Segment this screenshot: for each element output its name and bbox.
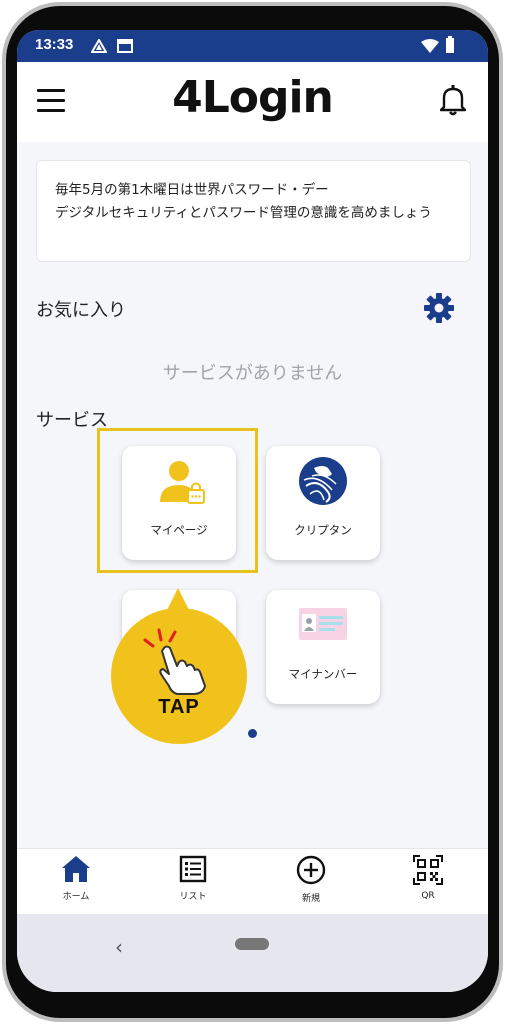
battery-icon	[445, 36, 455, 58]
phone-frame: 13:33 4Login 毎年5月の第1木曜日は世界パスワード・デー デジタルセ…	[0, 0, 505, 1024]
favorites-title: お気に入り	[36, 300, 126, 321]
nav-label: 新規	[301, 894, 320, 904]
nav-label: リスト	[179, 892, 207, 902]
status-time: 13:33	[35, 36, 74, 53]
nav-qr[interactable]: QR	[388, 855, 468, 901]
service-tile-mynumber[interactable]: マイナンバー	[266, 590, 380, 704]
screen: 13:33 4Login 毎年5月の第1木曜日は世界パスワード・デー デジタルセ…	[17, 30, 488, 992]
page-indicator-dot	[248, 729, 257, 738]
list-icon	[179, 855, 207, 887]
id-card-icon	[299, 608, 347, 644]
tap-label: TAP	[158, 696, 200, 718]
home-icon	[61, 856, 91, 887]
nav-list[interactable]: リスト	[153, 855, 233, 902]
nav-label: ホーム	[62, 892, 90, 902]
app-bar: 4Login	[17, 62, 488, 142]
notice-text: 毎年5月の第1木曜日は世界パスワード・デー デジタルセキュリティとパスワード管理…	[55, 182, 432, 221]
status-bar: 13:33	[17, 30, 488, 62]
nav-label: QR	[421, 891, 435, 901]
tile-label: マイナンバー	[288, 667, 358, 681]
favorites-empty-text: サービスがありません	[162, 363, 343, 384]
plus-circle-icon	[296, 855, 326, 889]
browser-icon	[117, 38, 133, 57]
app-logo: 4Login	[172, 72, 334, 123]
cryptan-logo-icon	[298, 456, 348, 510]
drive-icon	[90, 38, 108, 57]
service-tile-cryptan[interactable]: クリプタン	[266, 446, 380, 560]
gear-icon[interactable]	[423, 292, 455, 328]
notice-card[interactable]: 毎年5月の第1木曜日は世界パスワード・デー デジタルセキュリティとパスワード管理…	[36, 160, 471, 262]
tap-highlight-frame	[97, 428, 258, 573]
back-chevron-icon[interactable]: ‹	[115, 935, 123, 959]
tile-label: クリプタン	[294, 523, 352, 537]
bell-icon[interactable]	[439, 84, 467, 120]
tap-hand-icon	[137, 626, 217, 700]
wifi-icon	[421, 38, 439, 57]
bottom-navigation: ホーム リスト 新規 QR	[17, 848, 488, 915]
nav-new[interactable]: 新規	[271, 855, 351, 904]
home-pill[interactable]	[235, 938, 269, 950]
tap-bubble	[111, 608, 247, 744]
system-navigation-bar: ‹	[17, 914, 488, 992]
qr-icon	[413, 855, 443, 889]
nav-home[interactable]: ホーム	[36, 855, 116, 902]
